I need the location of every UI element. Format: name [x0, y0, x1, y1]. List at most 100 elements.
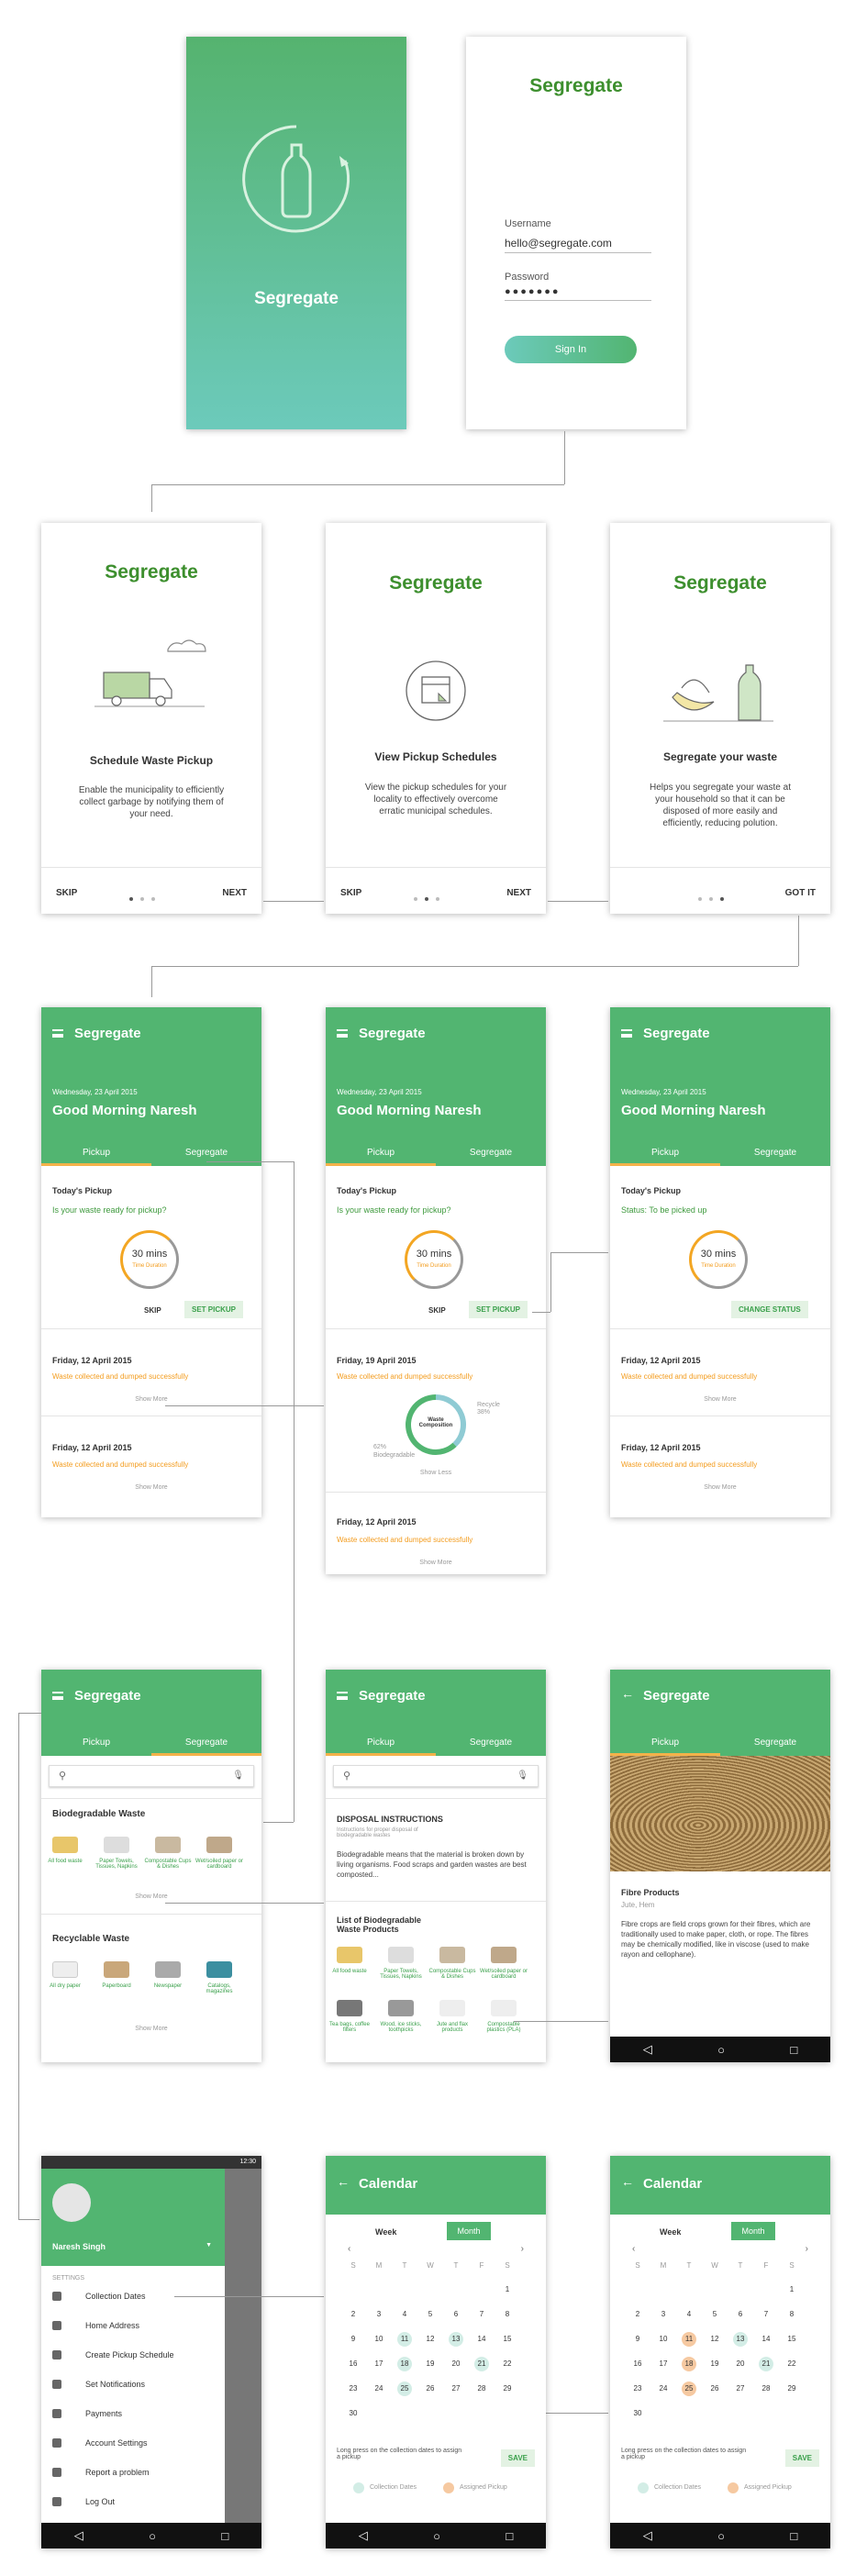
calendar-day[interactable]: 6 [733, 2307, 748, 2322]
calendar-day[interactable]: 22 [500, 2357, 515, 2371]
calendar-day[interactable]: 20 [733, 2357, 748, 2371]
calendar-day[interactable]: 12 [707, 2332, 722, 2347]
calendar-day[interactable]: 20 [449, 2357, 463, 2371]
next-button[interactable]: NEXT [222, 888, 247, 898]
home-nav-icon[interactable]: ○ [717, 2043, 725, 2057]
calendar-day[interactable]: 14 [474, 2332, 489, 2347]
drawer-item-account-settings[interactable]: Account Settings [85, 2438, 148, 2448]
sign-in-button[interactable]: Sign In [505, 336, 637, 363]
calendar-day[interactable]: 2 [346, 2307, 361, 2322]
menu-icon[interactable] [337, 1029, 348, 1038]
calendar-day[interactable]: 7 [759, 2307, 773, 2322]
back-arrow-icon[interactable]: ← [337, 2174, 350, 2189]
calendar-day[interactable]: 3 [656, 2307, 671, 2322]
skip-button[interactable]: SKIP [340, 888, 361, 898]
calendar-day[interactable]: 19 [707, 2357, 722, 2371]
show-less-link[interactable]: Show Less [326, 1470, 546, 1476]
calendar-day[interactable]: 13 [733, 2332, 748, 2347]
calendar-day[interactable]: 11 [682, 2332, 696, 2347]
search-input[interactable]: ⚲ 🎙 [333, 1765, 539, 1787]
calendar-day[interactable]: 22 [784, 2357, 799, 2371]
tab-segregate[interactable]: Segregate [720, 1732, 830, 1756]
calendar-day[interactable]: 24 [656, 2382, 671, 2396]
calendar-day[interactable]: 18 [682, 2357, 696, 2371]
calendar-day[interactable]: 21 [474, 2357, 489, 2371]
show-more-link[interactable]: Show More [326, 1560, 546, 1566]
calendar-day[interactable]: 5 [707, 2307, 722, 2322]
calendar-day[interactable]: 23 [346, 2382, 361, 2396]
calendar-day[interactable]: 10 [372, 2332, 386, 2347]
calendar-day[interactable]: 26 [707, 2382, 722, 2396]
calendar-day[interactable]: 19 [423, 2357, 438, 2371]
calendar-day[interactable]: 29 [784, 2382, 799, 2396]
back-nav-icon[interactable]: ◁ [643, 2042, 652, 2057]
tab-pickup[interactable]: Pickup [610, 1732, 720, 1756]
calendar-day[interactable]: 27 [733, 2382, 748, 2396]
skip-button[interactable]: SKIP [428, 1306, 446, 1315]
calendar-day[interactable]: 27 [449, 2382, 463, 2396]
calendar-day[interactable]: 26 [423, 2382, 438, 2396]
set-pickup-button[interactable]: SET PICKUP [184, 1301, 244, 1318]
got-it-button[interactable]: GOT IT [785, 888, 816, 898]
calendar-day[interactable]: 21 [759, 2357, 773, 2371]
skip-button[interactable]: SKIP [56, 888, 77, 898]
show-more-link[interactable]: Show More [41, 1484, 261, 1491]
calendar-day[interactable]: 15 [500, 2332, 515, 2347]
calendar-day[interactable]: 16 [630, 2357, 645, 2371]
mic-icon[interactable]: 🎙 [232, 1771, 244, 1781]
calendar-day[interactable]: 28 [474, 2382, 489, 2396]
username-field[interactable]: hello@segregate.com [505, 237, 651, 253]
tab-pickup[interactable]: Pickup [326, 1732, 436, 1756]
calendar-day[interactable]: 14 [759, 2332, 773, 2347]
calendar-day[interactable]: 1 [784, 2282, 799, 2297]
calendar-day[interactable]: 9 [630, 2332, 645, 2347]
back-nav-icon[interactable]: ◁ [359, 2528, 368, 2543]
drawer-item-collection-dates[interactable]: Collection Dates [85, 2292, 146, 2301]
show-more-link[interactable]: Show More [610, 1484, 830, 1491]
next-month-icon[interactable]: › [521, 2244, 524, 2254]
save-button[interactable]: SAVE [784, 2449, 819, 2467]
chevron-down-icon[interactable]: ▼ [206, 2242, 212, 2248]
menu-icon[interactable] [621, 1029, 632, 1038]
drawer-item-logout[interactable]: Log Out [85, 2497, 115, 2506]
calendar-day[interactable]: 6 [449, 2307, 463, 2322]
show-more-link[interactable]: Show More [41, 1396, 261, 1403]
menu-icon[interactable] [52, 1692, 63, 1700]
tab-segregate[interactable]: Segregate [151, 1732, 261, 1756]
calendar-day[interactable]: 4 [682, 2307, 696, 2322]
calendar-day[interactable]: 28 [759, 2382, 773, 2396]
tab-pickup[interactable]: Pickup [41, 1732, 151, 1756]
show-more-link[interactable]: Show More [41, 2026, 261, 2032]
calendar-day[interactable]: 4 [397, 2307, 412, 2322]
recents-nav-icon[interactable]: □ [790, 2043, 797, 2057]
next-month-icon[interactable]: › [806, 2244, 808, 2254]
back-arrow-icon[interactable]: ← [621, 1686, 634, 1701]
back-nav-icon[interactable]: ◁ [643, 2528, 652, 2543]
back-nav-icon[interactable]: ◁ [74, 2528, 83, 2543]
calendar-day[interactable]: 17 [372, 2357, 386, 2371]
calendar-day[interactable]: 30 [630, 2406, 645, 2421]
change-status-button[interactable]: CHANGE STATUS [731, 1301, 808, 1318]
tab-segregate[interactable]: Segregate [436, 1732, 546, 1756]
month-toggle[interactable]: Month [447, 2222, 491, 2240]
calendar-day[interactable]: 8 [500, 2307, 515, 2322]
tab-pickup[interactable]: Pickup [610, 1142, 720, 1166]
menu-icon[interactable] [337, 1692, 348, 1700]
drawer-item-payments[interactable]: Payments [85, 2409, 122, 2418]
month-toggle[interactable]: Month [731, 2222, 775, 2240]
calendar-day[interactable]: 29 [500, 2382, 515, 2396]
calendar-day[interactable]: 11 [397, 2332, 412, 2347]
calendar-day[interactable]: 1 [500, 2282, 515, 2297]
home-nav-icon[interactable]: ○ [149, 2529, 156, 2543]
tab-pickup[interactable]: Pickup [41, 1142, 151, 1166]
calendar-day[interactable]: 15 [784, 2332, 799, 2347]
show-more-link[interactable]: Show More [41, 1893, 261, 1900]
week-toggle[interactable]: Week [375, 2227, 396, 2237]
tab-pickup[interactable]: Pickup [326, 1142, 436, 1166]
save-button[interactable]: SAVE [500, 2449, 535, 2467]
calendar-day[interactable]: 8 [784, 2307, 799, 2322]
calendar-day[interactable]: 24 [372, 2382, 386, 2396]
drawer-item-create-schedule[interactable]: Create Pickup Schedule [85, 2350, 174, 2359]
drawer-item-home-address[interactable]: Home Address [85, 2321, 139, 2330]
calendar-day[interactable]: 2 [630, 2307, 645, 2322]
